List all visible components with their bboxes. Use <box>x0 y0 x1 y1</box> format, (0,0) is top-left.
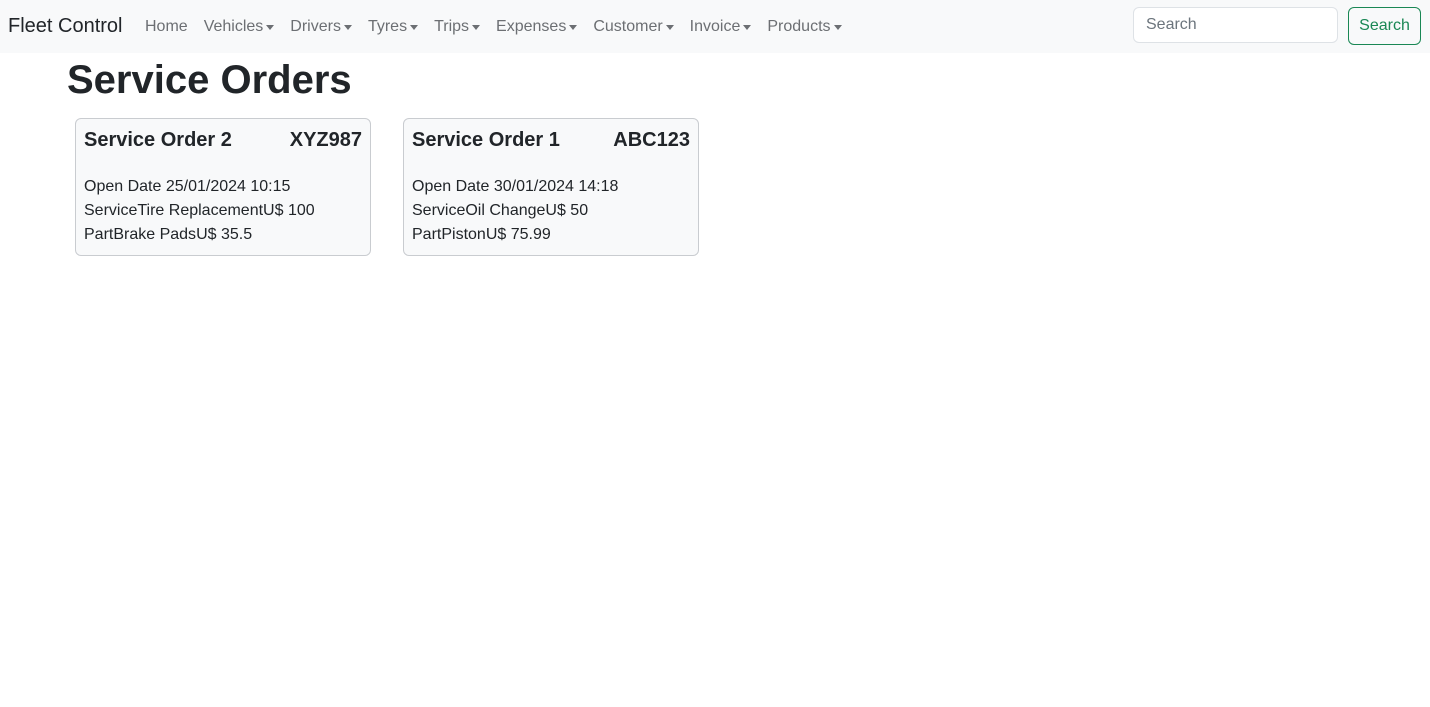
part-price: U$ 75.99 <box>485 226 551 243</box>
nav-item-expenses[interactable]: Expenses <box>488 18 585 36</box>
service-line: ServiceOil ChangeU$ 50 <box>412 199 690 223</box>
service-label: Service <box>84 202 138 219</box>
caret-down-icon <box>665 24 674 30</box>
nav-item-label: Expenses <box>496 17 567 35</box>
open-date-line: Open Date 30/01/2024 14:18 <box>412 175 690 199</box>
search-input[interactable] <box>1133 7 1338 43</box>
caret-down-icon <box>410 24 419 30</box>
service-price: U$ 100 <box>263 202 315 219</box>
order-title: Service Order 1 <box>412 129 560 151</box>
nav-item-label: Home <box>145 17 188 35</box>
nav-item-drivers[interactable]: Drivers <box>282 18 360 36</box>
nav-item-home[interactable]: Home <box>137 18 196 36</box>
open-date-label: Open Date <box>412 178 490 195</box>
nav-item-label: Invoice <box>689 17 741 35</box>
part-label: Part <box>84 226 114 243</box>
nav-item-products[interactable]: Products <box>759 18 849 36</box>
caret-down-icon <box>743 24 752 30</box>
service-price: U$ 50 <box>545 202 589 219</box>
caret-down-icon <box>343 24 352 30</box>
nav-item-label: Customer <box>593 17 663 35</box>
service-orders-list: Service Order 2 XYZ987 Open Date 25/01/2… <box>75 118 699 256</box>
caret-down-icon <box>833 24 842 30</box>
nav-item-label: Tyres <box>367 17 408 35</box>
part-label: Part <box>412 226 442 243</box>
nav-item-tyres[interactable]: Tyres <box>360 18 426 36</box>
card-header: Service Order 2 XYZ987 <box>84 127 362 153</box>
open-date-value: 30/01/2024 14:18 <box>493 178 619 195</box>
part-name: Brake Pads <box>113 226 197 243</box>
open-date-value: 25/01/2024 10:15 <box>165 178 291 195</box>
top-navbar: Fleet Control Home Vehicles Drivers Tyre… <box>0 0 1430 53</box>
part-line: PartBrake PadsU$ 35.5 <box>84 223 362 247</box>
nav-item-label: Drivers <box>290 17 341 35</box>
vehicle-plate: XYZ987 <box>289 129 362 151</box>
search-button[interactable]: Search <box>1348 7 1421 45</box>
brand-link[interactable]: Fleet Control <box>8 13 123 39</box>
card-body: Open Date 25/01/2024 10:15 ServiceTire R… <box>84 175 362 247</box>
nav-item-invoice[interactable]: Invoice <box>682 18 760 36</box>
vehicle-plate: ABC123 <box>613 129 690 151</box>
open-date-line: Open Date 25/01/2024 10:15 <box>84 175 362 199</box>
page-title: Service Orders <box>67 58 352 102</box>
nav-item-label: Products <box>767 17 831 35</box>
nav-item-label: Trips <box>434 17 470 35</box>
service-name: Tire Replacement <box>137 202 264 219</box>
service-order-card[interactable]: Service Order 1 ABC123 Open Date 30/01/2… <box>403 118 699 256</box>
card-body: Open Date 30/01/2024 14:18 ServiceOil Ch… <box>412 175 690 247</box>
caret-down-icon <box>472 24 481 30</box>
nav-item-vehicles[interactable]: Vehicles <box>196 18 283 36</box>
nav-item-trips[interactable]: Trips <box>426 18 488 36</box>
service-name: Oil Change <box>465 202 546 219</box>
nav-item-customer[interactable]: Customer <box>585 18 681 36</box>
caret-down-icon <box>569 24 578 30</box>
card-header: Service Order 1 ABC123 <box>412 127 690 153</box>
nav-item-label: Vehicles <box>203 17 264 35</box>
nav-links: Home Vehicles Drivers Tyres Trips Expens… <box>137 0 850 53</box>
service-label: Service <box>412 202 466 219</box>
order-title: Service Order 2 <box>84 129 232 151</box>
part-price: U$ 35.5 <box>196 226 253 243</box>
open-date-label: Open Date <box>84 178 162 195</box>
part-line: PartPistonU$ 75.99 <box>412 223 690 247</box>
part-name: Piston <box>441 226 486 243</box>
caret-down-icon <box>266 24 275 30</box>
service-order-card[interactable]: Service Order 2 XYZ987 Open Date 25/01/2… <box>75 118 371 256</box>
service-line: ServiceTire ReplacementU$ 100 <box>84 199 362 223</box>
